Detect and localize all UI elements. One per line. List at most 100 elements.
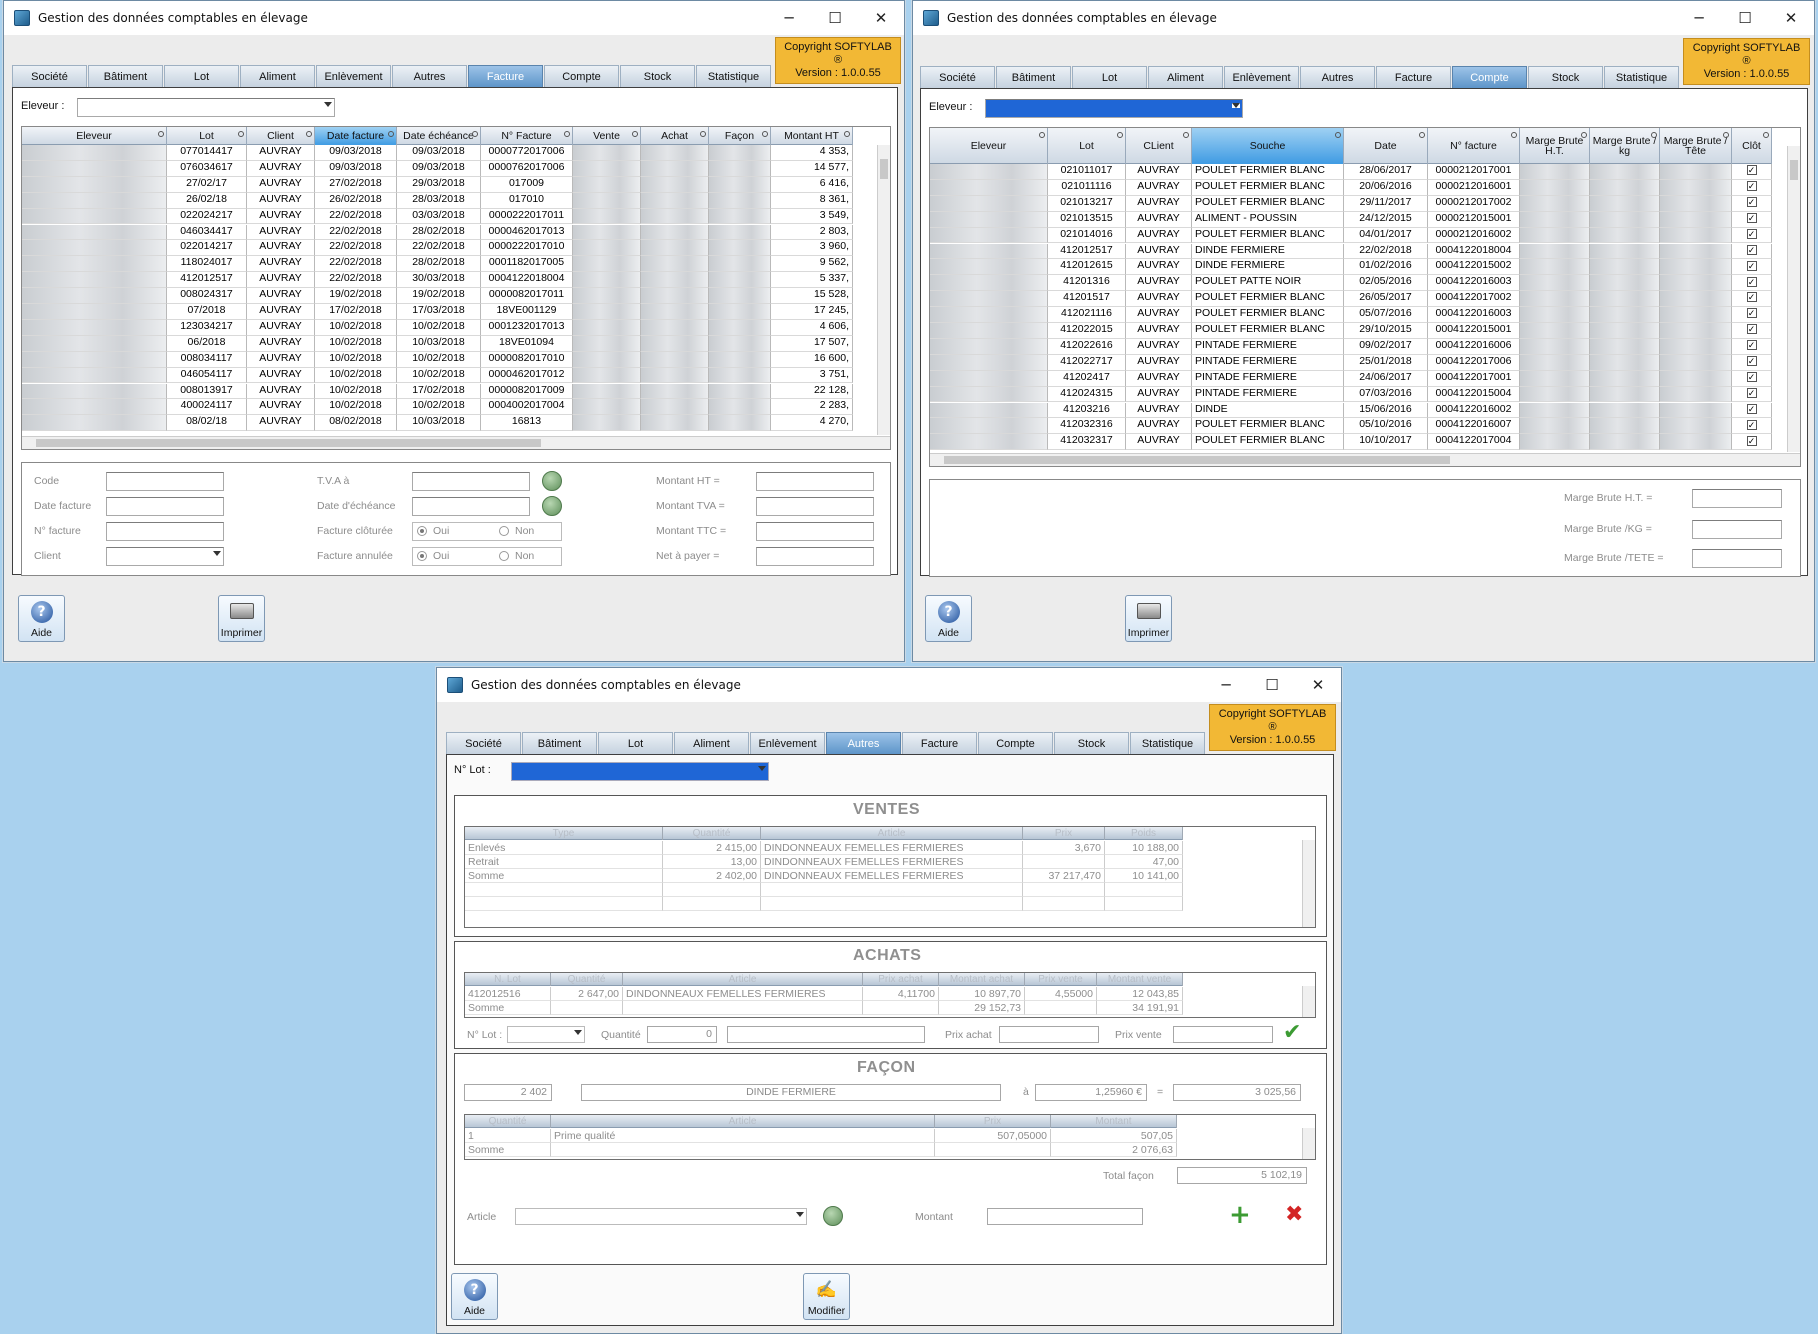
tab-9[interactable]: Statistique [1604, 66, 1679, 88]
table-row[interactable]: 400024117 AUVRAY 10/02/2018 10/02/2018 00040… [22, 399, 853, 416]
table-row[interactable]: 1 Prime qualité 507,05000 507,05 [465, 1129, 1177, 1143]
column-header[interactable]: Type [465, 827, 663, 840]
code-field[interactable] [106, 472, 224, 491]
column-header[interactable]: Achat [641, 127, 709, 145]
chevron-down-icon[interactable] [796, 1212, 804, 1217]
facon-montant-field[interactable] [987, 1208, 1143, 1225]
horizontal-scrollbar[interactable] [930, 453, 1800, 466]
prix-vente-field[interactable] [1173, 1026, 1273, 1043]
column-header[interactable]: CLient [1126, 128, 1192, 164]
column-header[interactable]: Client [247, 127, 315, 145]
table-row[interactable]: 077014417 AUVRAY 09/03/2018 09/03/2018 00007… [22, 145, 853, 161]
montant-tva-field[interactable] [756, 497, 874, 516]
column-header[interactable]: Façon [709, 127, 771, 145]
tab-5[interactable]: Autres [392, 65, 467, 87]
table-row[interactable]: 022024217 AUVRAY 22/02/2018 03/03/2018 00002… [22, 208, 853, 225]
tab-3[interactable]: Aliment [674, 732, 749, 754]
column-header[interactable]: Marge Brute / Tête [1660, 128, 1732, 164]
table-row[interactable]: 412022717 AUVRAY PINTADE FERMIERE 25/01/201… [930, 354, 1772, 371]
column-header[interactable]: Souche [1192, 128, 1344, 164]
table-row[interactable]: 41203216 AUVRAY DINDE 15/06/2016 00041220160… [930, 402, 1772, 419]
table-row[interactable]: 41202417 AUVRAY PINTADE FERMIERE 24/06/2017… [930, 370, 1772, 387]
table-row[interactable]: 076034617 AUVRAY 09/03/2018 09/03/2018 00007… [22, 160, 853, 177]
table-row[interactable]: 06/2018 AUVRAY 10/02/2018 10/03/2018 18VE010… [22, 335, 853, 352]
annulee-oui-radio[interactable] [417, 551, 427, 561]
table-row[interactable]: 41201316 AUVRAY POULET PATTE NOIR 02/05/201… [930, 275, 1772, 292]
checkbox[interactable]: ✓ [1746, 324, 1757, 335]
facon-total-field[interactable]: 3 025,56 [1173, 1084, 1301, 1101]
tab-2[interactable]: Lot [598, 732, 673, 754]
filter-icon[interactable] [564, 131, 570, 137]
table-row[interactable]: 41201517 AUVRAY POULET FERMIER BLANC 26/05/… [930, 291, 1772, 308]
montant-ht-field[interactable] [756, 472, 874, 491]
column-header[interactable]: Date échéance [397, 127, 481, 145]
checkbox[interactable]: ✓ [1746, 419, 1757, 430]
cloturee-oui-radio[interactable] [417, 526, 427, 536]
maximize-button[interactable]: ☐ [812, 1, 858, 35]
minimize-button[interactable]: ─ [766, 1, 812, 35]
table-row[interactable]: 412012517 AUVRAY DINDE FERMIERE 22/02/2018 0… [930, 243, 1772, 260]
table-row[interactable]: 27/02/17 AUVRAY 27/02/2018 29/03/2018 017009… [22, 176, 853, 193]
checkbox[interactable]: ✓ [1746, 292, 1757, 303]
checkbox[interactable]: ✓ [1746, 181, 1757, 192]
montant-ttc-field[interactable] [756, 522, 874, 541]
filter-icon[interactable] [1581, 132, 1587, 138]
tab-7[interactable]: Compte [978, 732, 1053, 754]
prix-achat-field[interactable] [999, 1026, 1099, 1043]
client-select[interactable] [106, 547, 224, 566]
column-header[interactable]: Article [761, 827, 1023, 840]
filter-icon[interactable] [1183, 132, 1189, 138]
tab-6[interactable]: Facture [1376, 66, 1451, 88]
scroll-thumb[interactable] [1790, 160, 1798, 180]
eleveur-select[interactable] [985, 99, 1243, 118]
filter-icon[interactable] [762, 131, 768, 137]
minimize-button[interactable]: ─ [1676, 1, 1722, 35]
table-row[interactable] [465, 897, 1183, 911]
column-header[interactable]: Poids [1105, 827, 1183, 840]
minimize-button[interactable]: ─ [1203, 668, 1249, 702]
column-header[interactable]: Date facture [315, 127, 397, 145]
column-header[interactable]: Montant HT [771, 127, 853, 145]
column-header[interactable]: Quantité [663, 827, 761, 840]
facon-prix-field[interactable]: 1,25960 € [1035, 1084, 1147, 1101]
checkbox[interactable]: ✓ [1746, 228, 1757, 239]
column-header[interactable]: Prix achat [863, 973, 939, 986]
table-row[interactable]: 021013515 AUVRAY ALIMENT - POUSSIN 24/12/20… [930, 211, 1772, 228]
table-row[interactable]: 008024317 AUVRAY 19/02/2018 19/02/2018 00000… [22, 288, 853, 304]
table-row[interactable]: 046034417 AUVRAY 22/02/2018 28/02/2018 00004… [22, 224, 853, 241]
aide-button[interactable]: ? Aide [925, 595, 972, 642]
vertical-scrollbar[interactable] [1302, 1128, 1315, 1159]
checkbox[interactable]: ✓ [1746, 403, 1757, 414]
column-header[interactable]: Prix vente [1025, 973, 1097, 986]
tab-0[interactable]: Société [920, 66, 995, 88]
date-facture-field[interactable] [106, 497, 224, 516]
filter-icon[interactable] [238, 131, 244, 137]
scroll-thumb[interactable] [944, 456, 1450, 464]
table-row[interactable] [465, 883, 1183, 897]
table-row[interactable]: 412032317 AUVRAY POULET FERMIER BLANC 10/10… [930, 434, 1772, 451]
column-header[interactable]: Prix [1023, 827, 1105, 840]
annulee-non-radio[interactable] [499, 551, 509, 561]
filter-icon[interactable] [158, 131, 164, 137]
table-row[interactable]: 412024315 AUVRAY PINTADE FERMIERE 07/03/201… [930, 386, 1772, 403]
table-row[interactable]: 412021116 AUVRAY POULET FERMIER BLANC 05/07… [930, 307, 1772, 323]
filter-icon[interactable] [1651, 132, 1657, 138]
table-row[interactable]: 07/2018 AUVRAY 17/02/2018 17/03/2018 18VE001… [22, 304, 853, 320]
filter-icon[interactable] [306, 131, 312, 137]
checkbox[interactable]: ✓ [1746, 244, 1757, 255]
table-row[interactable]: 412032316 AUVRAY POULET FERMIER BLANC 05/10… [930, 418, 1772, 435]
checkbox[interactable]: ✓ [1746, 340, 1757, 351]
checkbox[interactable]: ✓ [1746, 435, 1757, 446]
maximize-button[interactable]: ☐ [1249, 668, 1295, 702]
imprimer-button[interactable]: Imprimer [218, 595, 265, 642]
filter-icon[interactable] [388, 131, 394, 137]
aide-button[interactable]: ? Aide [451, 1273, 498, 1320]
tab-5[interactable]: Autres [826, 732, 901, 754]
tab-6[interactable]: Facture [902, 732, 977, 754]
net-a-payer-field[interactable] [756, 547, 874, 566]
tab-8[interactable]: Stock [620, 65, 695, 87]
column-header[interactable]: Date [1344, 128, 1428, 164]
table-row[interactable]: 008034117 AUVRAY 10/02/2018 10/02/2018 00000… [22, 351, 853, 368]
tab-3[interactable]: Aliment [240, 65, 315, 87]
checkbox[interactable]: ✓ [1746, 197, 1757, 208]
